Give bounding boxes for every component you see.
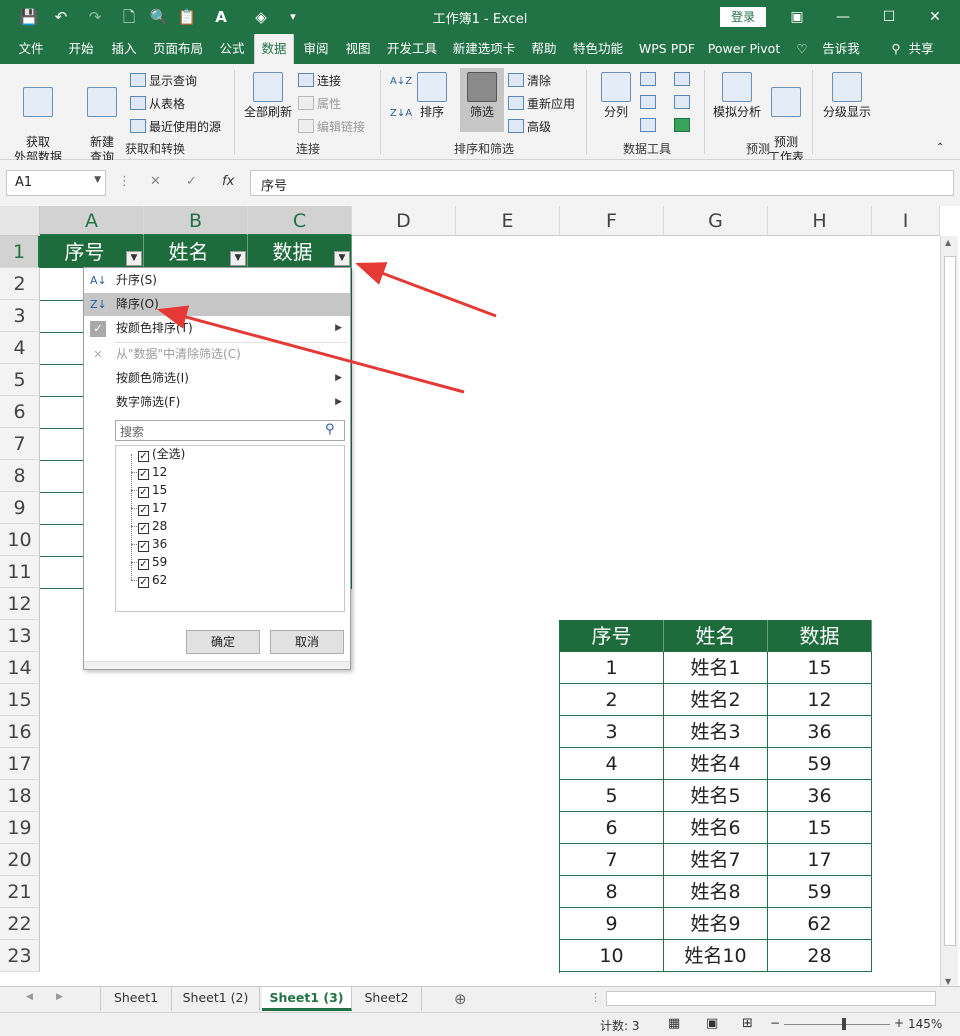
next-sheet-icon[interactable]: ▶ xyxy=(56,992,63,1002)
zoom-slider-thumb[interactable] xyxy=(842,1018,846,1030)
sheet-tab[interactable]: Sheet1 xyxy=(100,987,172,1011)
sheet-tab[interactable]: Sheet2 xyxy=(352,987,422,1011)
horizontal-scrollbar[interactable] xyxy=(606,991,936,1006)
annotation-arrows xyxy=(157,262,497,394)
arrow-to-sort-descending xyxy=(157,305,465,394)
status-count: 计数: 3 xyxy=(600,1019,640,1033)
normal-view-icon[interactable]: ▦ xyxy=(668,1016,680,1031)
status-bar: 计数: 3 ▦ ▣ ⊞ − + 145% xyxy=(0,1012,960,1036)
page-layout-view-icon[interactable]: ▣ xyxy=(706,1016,718,1031)
arrow-to-filter-dropdown xyxy=(355,262,497,318)
page-break-view-icon[interactable]: ⊞ xyxy=(742,1016,753,1031)
sheet-tab[interactable]: Sheet1 (2) xyxy=(172,987,260,1011)
zoom-slider[interactable] xyxy=(784,1024,890,1025)
add-sheet-icon[interactable]: ⊕ xyxy=(454,990,467,1008)
zoom-out-icon[interactable]: − xyxy=(770,1016,780,1030)
zoom-level[interactable]: 145% xyxy=(908,1017,942,1031)
prev-sheet-icon[interactable]: ◀ xyxy=(26,992,33,1002)
sheet-tab-active[interactable]: Sheet1 (3) xyxy=(262,987,352,1011)
zoom-in-icon[interactable]: + xyxy=(894,1016,904,1030)
tab-split-handle-icon[interactable]: ⋮ xyxy=(590,991,601,1004)
sheet-tab-bar: ◀ ▶ Sheet1 Sheet1 (2) Sheet1 (3) Sheet2 … xyxy=(0,986,960,1012)
